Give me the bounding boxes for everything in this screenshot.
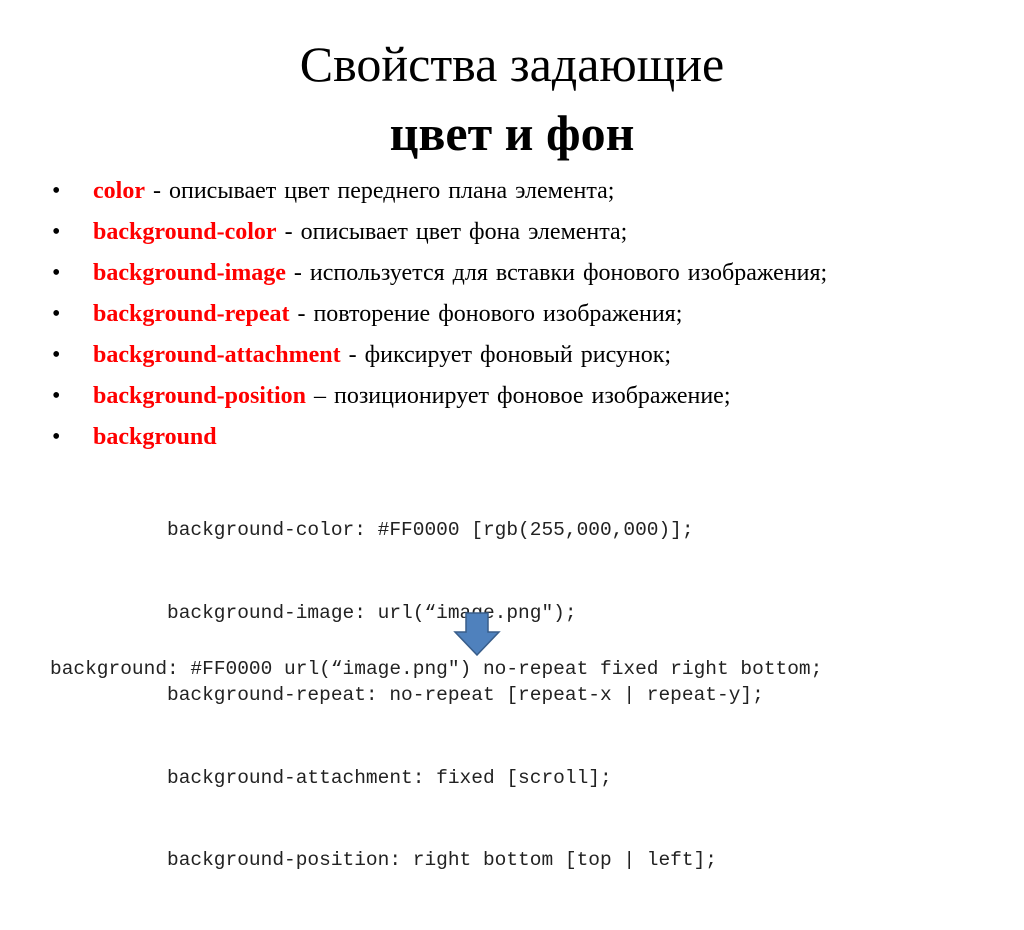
bullet-icon: • bbox=[52, 383, 61, 409]
property-name: background-color bbox=[93, 219, 277, 245]
property-name: background-image bbox=[93, 260, 286, 286]
property-description: - описывает цвет фона элемента; bbox=[276, 219, 628, 245]
property-description: - используется для вставки фонового изоб… bbox=[285, 260, 828, 286]
property-name: background bbox=[93, 424, 217, 450]
property-description: – позиционирует фоновое изображение; bbox=[305, 383, 731, 409]
slide-title-line-1: Свойства задающие bbox=[299, 36, 725, 92]
bullet-icon: • bbox=[52, 178, 61, 204]
code-line: background-attachment: fixed [scroll]; bbox=[167, 766, 612, 789]
code-line: background-repeat: no-repeat [repeat-x |… bbox=[167, 684, 764, 706]
property-name: color bbox=[93, 178, 145, 204]
bullet-icon: • bbox=[52, 342, 61, 368]
code-example-shorthand: background: #FF0000 url(“image.png") no-… bbox=[50, 658, 823, 680]
slide: Свойства задающие цвет и фон • color - о… bbox=[0, 0, 1024, 871]
code-example-longhand: background-color: #FF0000 [rgb(255,000,0… bbox=[167, 462, 764, 930]
property-description: - описывает цвет переднего плана элемент… bbox=[144, 178, 615, 204]
property-name: background-repeat bbox=[93, 301, 290, 327]
code-line: background-position: right bottom [top |… bbox=[167, 849, 717, 871]
property-description: - фиксирует фоновый рисунок; bbox=[340, 342, 672, 368]
bullet-icon: • bbox=[52, 219, 61, 245]
bullet-icon: • bbox=[52, 301, 61, 327]
code-line: background-color: #FF0000 [rgb(255,000,0… bbox=[167, 519, 694, 541]
property-name: background-attachment bbox=[93, 342, 341, 368]
bullet-icon: • bbox=[52, 424, 61, 450]
bullet-icon: • bbox=[52, 260, 61, 286]
down-arrow-icon bbox=[453, 612, 501, 656]
slide-title-line-2: цвет и фон bbox=[389, 105, 635, 161]
property-description: - повторение фонового изображения; bbox=[289, 301, 683, 327]
property-name: background-position bbox=[93, 383, 306, 409]
